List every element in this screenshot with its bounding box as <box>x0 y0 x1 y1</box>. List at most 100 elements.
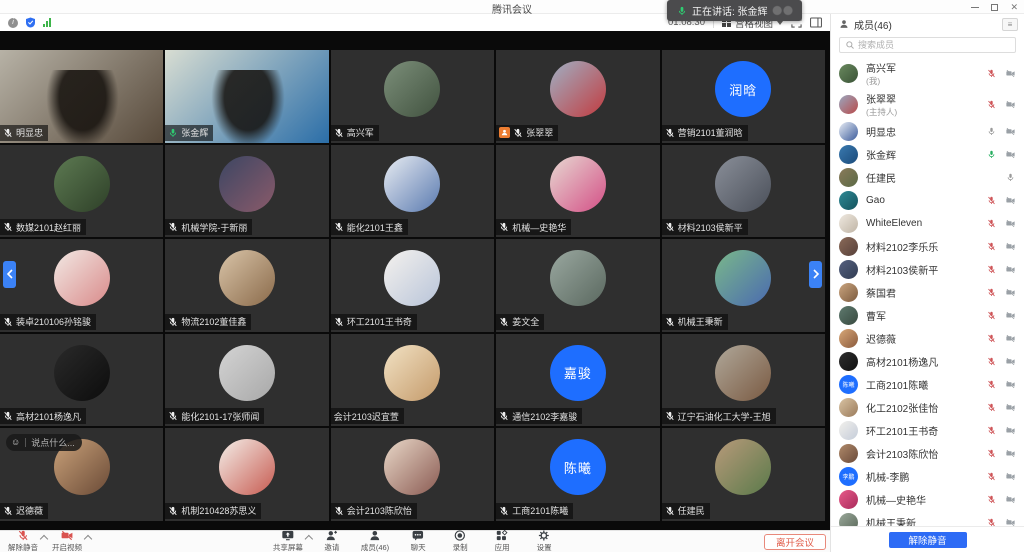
chevron-up-icon[interactable] <box>41 534 47 540</box>
member-list-item[interactable]: 材料2103侯新平 <box>839 258 1016 281</box>
member-list-item[interactable]: 会计2103陈欣怡 <box>839 442 1016 465</box>
participant-name-label: 能化2101-17张师闻 <box>165 408 264 424</box>
toolbar-button[interactable]: 邀请 <box>319 531 345 552</box>
participant-tile[interactable]: ☺ 机械—史艳华 <box>496 145 659 238</box>
toolbar-button[interactable]: 成员(46) <box>361 531 389 552</box>
member-list-item[interactable]: 明显忠 <box>839 120 1016 143</box>
camera-status-icon <box>1006 69 1016 79</box>
mic-status-icon <box>3 411 13 421</box>
maximize-icon[interactable] <box>991 4 998 11</box>
member-name: 张金辉 <box>866 147 979 162</box>
participant-tile[interactable]: ☺ 机械学院-于新丽 <box>165 145 328 238</box>
chevron-up-icon[interactable] <box>85 534 91 540</box>
participant-tile[interactable]: ☺ 姜文全 <box>496 239 659 332</box>
mic-status-icon <box>987 426 997 436</box>
participant-tile[interactable]: 润晗 ☺ <box>662 50 825 143</box>
participant-name-label: 机械王秉新 <box>662 314 728 330</box>
member-list-item[interactable]: 任建民 <box>839 166 1016 189</box>
participant-tile[interactable]: ☺ 会计2103陈欣怡 <box>331 428 494 521</box>
toolbar-button[interactable]: 共享屏幕 <box>273 531 303 552</box>
member-list-item[interactable]: 曹军 <box>839 304 1016 327</box>
member-list-item[interactable]: 机械王秉新 <box>839 511 1016 526</box>
participant-tile[interactable]: ☺ 张翠翠 <box>496 50 659 143</box>
previous-page-arrow[interactable] <box>3 261 16 288</box>
toolbar-button[interactable]: 应用 <box>489 531 515 552</box>
participant-tile[interactable]: ☺ 机械王秉新 <box>662 239 825 332</box>
toolbar-button[interactable]: 开启视频 <box>52 531 82 552</box>
participant-tile[interactable]: 嘉骏 ☺ <box>496 334 659 427</box>
meeting-info-icon[interactable]: i <box>8 18 18 28</box>
member-name: 任建民 <box>866 170 998 185</box>
toolbar-button[interactable]: 聊天 <box>405 531 431 552</box>
say-something-bubble[interactable]: ☺ 说点什么... <box>6 434 82 451</box>
participant-tile[interactable]: ☺ 能化2101王鑫 <box>331 145 494 238</box>
security-shield-icon[interactable] <box>25 17 36 28</box>
member-list-item[interactable]: Gao <box>839 189 1016 212</box>
member-list-item[interactable]: 机械—史艳华 <box>839 488 1016 511</box>
mic-status-icon <box>665 506 675 516</box>
member-list-item[interactable]: 陈曦 工商2101陈曦 <box>839 373 1016 396</box>
camera-status-icon <box>1006 357 1016 367</box>
member-list-item[interactable]: 李鹏 机械-李鹏 <box>839 465 1016 488</box>
avatar: 陈曦 <box>550 439 606 495</box>
participant-tile[interactable]: 陈曦 ☺ <box>496 428 659 521</box>
member-list-item[interactable]: 材料2102李乐乐 <box>839 235 1016 258</box>
next-page-arrow[interactable] <box>809 261 822 288</box>
avatar <box>839 306 858 325</box>
toolbar-button[interactable]: 设置 <box>531 531 557 552</box>
participant-tile[interactable]: ☺ 机制210428苏思义 <box>165 428 328 521</box>
participant-name-label: 张翠翠 <box>496 125 558 141</box>
network-signal-icon[interactable] <box>43 18 51 27</box>
participant-tile[interactable]: ☺ 会计2103迟宜萱 <box>331 334 494 427</box>
mic-status-icon <box>987 334 997 344</box>
members-panel: 成员(46) ≡ 高兴军 (我) <box>830 14 1024 552</box>
avatar <box>550 61 606 117</box>
member-list-item[interactable]: 蔡国君 <box>839 281 1016 304</box>
participant-tile[interactable]: ☺ 物流2102董佳鑫 <box>165 239 328 332</box>
participant-tile[interactable]: ☺ 辽宁石油化工大学-王旭 <box>662 334 825 427</box>
participant-tile[interactable]: ☺ 环工2101王书奇 <box>331 239 494 332</box>
side-panel-toggle-icon[interactable] <box>810 17 822 28</box>
mic-status-icon <box>987 242 997 252</box>
participant-tile[interactable]: ☺ 任建民 <box>662 428 825 521</box>
member-search-box[interactable] <box>839 37 1016 53</box>
participant-tile[interactable]: ☺ 数媒2101赵红丽 <box>0 145 163 238</box>
search-input[interactable] <box>858 40 1009 50</box>
participant-tile[interactable]: ☺ 装卓210106孙铭骏 <box>0 239 163 332</box>
participant-name-label: 通信2102李嘉骏 <box>496 408 582 424</box>
minimize-icon[interactable] <box>971 7 979 8</box>
mic-status-icon <box>499 317 509 327</box>
mic-status-icon <box>987 449 997 459</box>
chevron-up-icon[interactable] <box>306 534 312 540</box>
search-icon <box>846 41 854 49</box>
participant-tile[interactable]: ☺ 张金辉 <box>165 50 328 143</box>
participant-tile[interactable]: ☺ 高材2101杨逸凡 <box>0 334 163 427</box>
panel-options-button[interactable]: ≡ <box>1002 18 1018 31</box>
avatar <box>715 250 771 306</box>
member-list-item[interactable]: WhiteEleven <box>839 212 1016 235</box>
mic-status-icon <box>168 317 178 327</box>
leave-meeting-button[interactable]: 离开会议 <box>764 534 826 550</box>
participant-name-label: 会计2103陈欣怡 <box>331 503 417 519</box>
participant-tile[interactable]: ☺ 材料2103侯新平 <box>662 145 825 238</box>
camera-status-icon <box>1006 311 1016 321</box>
member-list-item[interactable]: 化工2102张佳怡 <box>839 396 1016 419</box>
toolbar-button[interactable]: 解除静音 <box>8 531 38 552</box>
mic-status-icon <box>665 411 675 421</box>
member-list-item[interactable]: 高材2101杨逸凡 <box>839 350 1016 373</box>
participant-tile[interactable]: ☺ 说点什么... 迟德薇 <box>0 428 163 521</box>
participant-tile[interactable]: ☺ 能化2101-17张师闻 <box>165 334 328 427</box>
participant-tile[interactable]: ☺ 高兴军 <box>331 50 494 143</box>
member-list-item[interactable]: 张金辉 <box>839 143 1016 166</box>
close-icon[interactable]: ✕ <box>1010 3 1018 12</box>
mic-status-icon <box>334 128 344 138</box>
unmute-all-button[interactable]: 解除静音 <box>889 532 967 548</box>
participant-tile[interactable]: ☺ 明显忠 <box>0 50 163 143</box>
participant-name-label: 工商2101陈曦 <box>496 503 573 519</box>
toolbar-button[interactable]: 录制 <box>447 531 473 552</box>
member-list-item[interactable]: 高兴军 (我) <box>839 58 1016 89</box>
member-list-item[interactable]: 迟德薇 <box>839 327 1016 350</box>
member-list-item[interactable]: 环工2101王书奇 <box>839 419 1016 442</box>
mic-status-icon <box>1006 173 1016 183</box>
member-list-item[interactable]: 张翠翠 (主持人) <box>839 89 1016 120</box>
